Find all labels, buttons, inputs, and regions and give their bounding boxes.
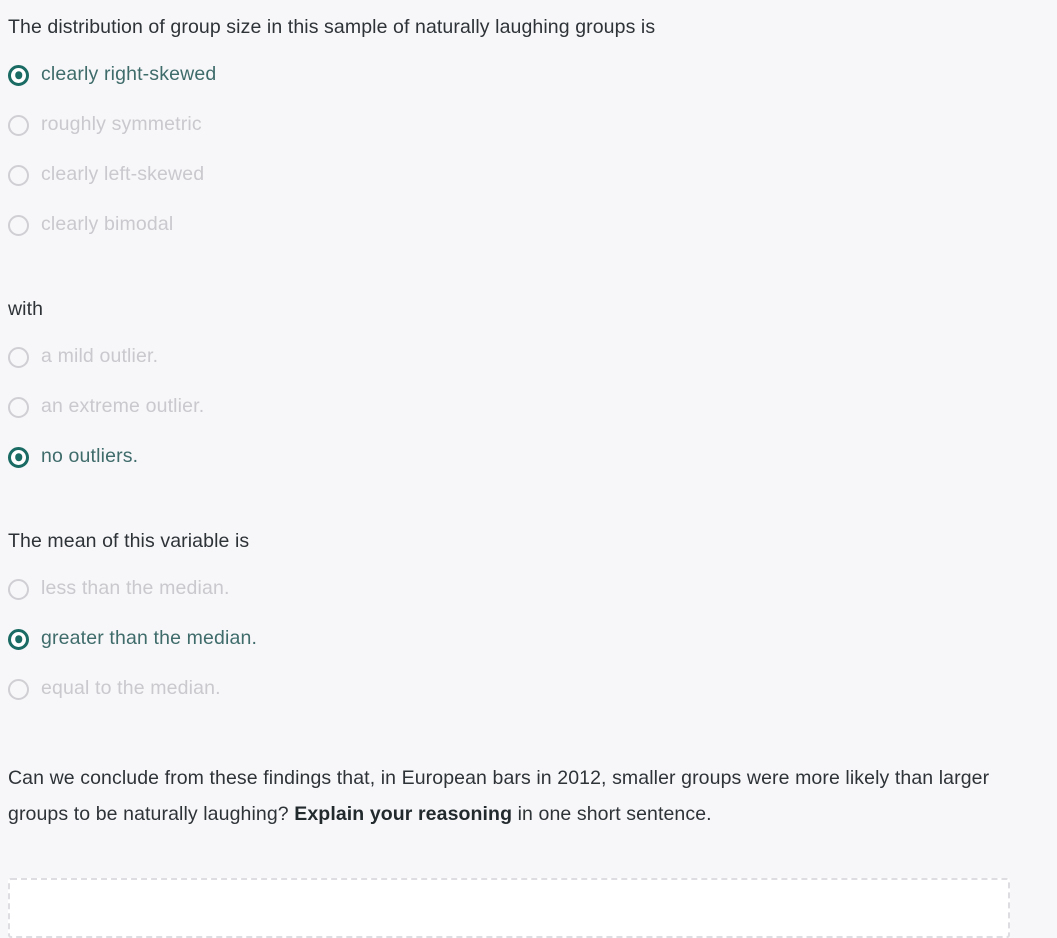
option-label: a mild outlier. [41, 345, 159, 368]
option-label: clearly left-skewed [41, 163, 205, 186]
question-stem-3: The mean of this variable is [8, 530, 250, 552]
radio-unselected-icon[interactable] [8, 346, 29, 368]
option-less-than-the-median[interactable]: less than the median. [0, 564, 257, 614]
closing-text-part-2: in one short sentence. [512, 803, 712, 825]
option-label: equal to the median. [41, 677, 221, 700]
radio-group-mean-vs-median: less than the median. greater than the m… [0, 564, 257, 714]
option-equal-to-the-median[interactable]: equal to the median. [0, 664, 257, 714]
question-stem-1: The distribution of group size in this s… [8, 16, 656, 38]
option-clearly-right-skewed[interactable]: clearly right-skewed [0, 50, 216, 100]
option-label: roughly symmetric [41, 113, 202, 136]
option-a-mild-outlier[interactable]: a mild outlier. [0, 332, 204, 382]
option-no-outliers[interactable]: no outliers. [0, 432, 204, 482]
option-greater-than-the-median[interactable]: greater than the median. [0, 614, 257, 664]
radio-selected-icon[interactable] [8, 64, 29, 86]
radio-unselected-icon[interactable] [8, 214, 29, 236]
option-label: an extreme outlier. [41, 395, 205, 418]
question-page: The distribution of group size in this s… [0, 0, 1057, 938]
option-label: no outliers. [41, 445, 139, 468]
radio-selected-icon[interactable] [8, 446, 29, 468]
option-label: clearly bimodal [41, 213, 174, 236]
option-label: greater than the median. [41, 627, 258, 650]
radio-unselected-icon[interactable] [8, 114, 29, 136]
option-an-extreme-outlier[interactable]: an extreme outlier. [0, 382, 204, 432]
option-label: less than the median. [41, 577, 230, 600]
option-clearly-left-skewed[interactable]: clearly left-skewed [0, 150, 216, 200]
radio-selected-icon[interactable] [8, 628, 29, 650]
closing-instruction-paragraph: Can we conclude from these findings that… [0, 760, 1010, 832]
radio-unselected-icon[interactable] [8, 678, 29, 700]
free-response-answer-input[interactable] [8, 878, 1010, 938]
option-roughly-symmetric[interactable]: roughly symmetric [0, 100, 216, 150]
option-clearly-bimodal[interactable]: clearly bimodal [0, 200, 216, 250]
radio-unselected-icon[interactable] [8, 396, 29, 418]
radio-unselected-icon[interactable] [8, 164, 29, 186]
option-label: clearly right-skewed [41, 63, 217, 86]
closing-emphasis: Explain your reasoning [294, 803, 513, 825]
radio-group-distribution-shape: clearly right-skewed roughly symmetric c… [0, 50, 216, 250]
radio-group-outliers: a mild outlier. an extreme outlier. no o… [0, 332, 204, 482]
question-stem-2: with [8, 298, 44, 320]
radio-unselected-icon[interactable] [8, 578, 29, 600]
